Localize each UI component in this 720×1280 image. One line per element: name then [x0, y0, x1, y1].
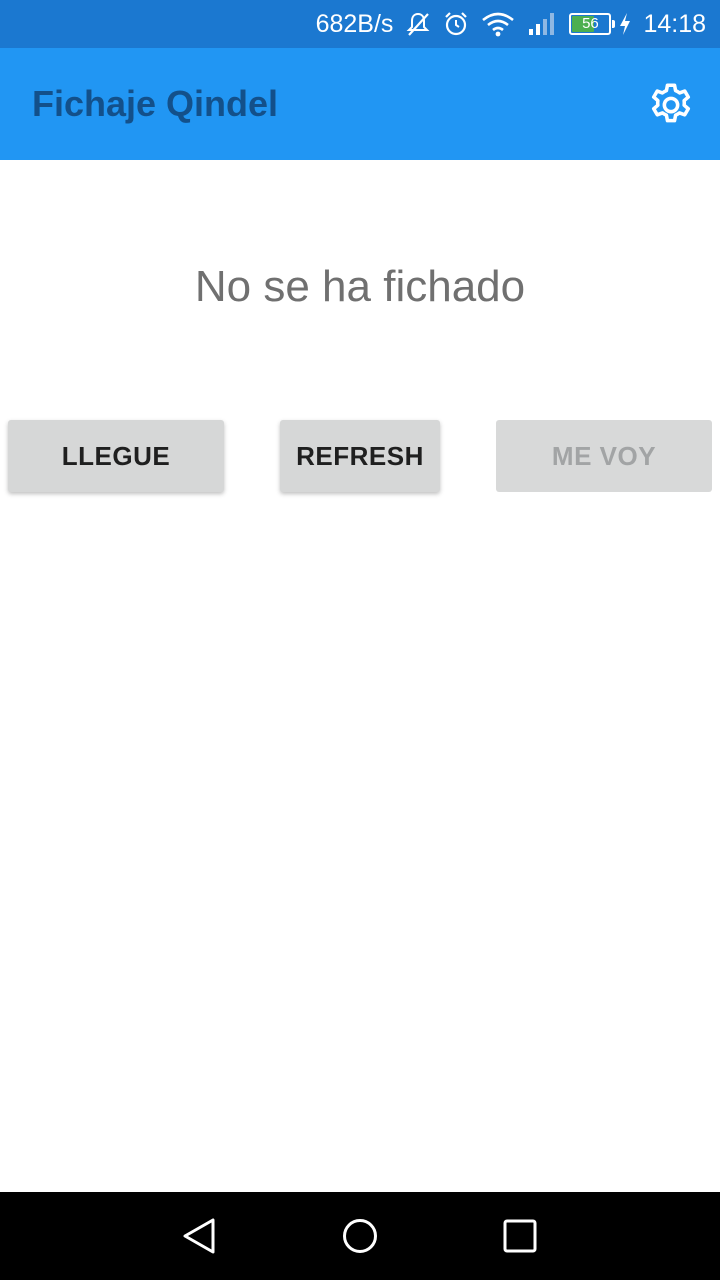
charging-icon: [619, 13, 631, 35]
app-bar: Fichaje Qindel: [0, 48, 720, 160]
home-icon: [343, 1219, 377, 1253]
wifi-icon: [481, 11, 515, 37]
navigation-bar: [0, 1192, 720, 1280]
mute-icon: [405, 11, 431, 37]
me-voy-button: ME VOY: [496, 420, 712, 492]
llegue-button[interactable]: LLEGUE: [8, 420, 224, 492]
home-button[interactable]: [340, 1216, 380, 1256]
battery-level: 56: [582, 15, 599, 32]
back-icon: [183, 1218, 215, 1254]
network-speed: 682B/s: [315, 9, 394, 38]
battery-icon: 56: [569, 13, 616, 35]
settings-button[interactable]: [646, 80, 696, 130]
back-button[interactable]: [180, 1216, 220, 1256]
alarm-icon: [443, 11, 469, 37]
signal-icon: [527, 11, 557, 37]
clock-in-status: No se ha fichado: [194, 262, 526, 311]
recent-apps-button[interactable]: [500, 1216, 540, 1256]
app-title: Fichaje Qindel: [32, 83, 279, 124]
recent-apps-icon: [503, 1219, 537, 1253]
status-bar: 682B/s 56 14:18: [0, 0, 720, 48]
clock: 14:18: [643, 9, 706, 38]
refresh-button[interactable]: REFRESH: [280, 420, 440, 492]
gear-icon: [651, 83, 691, 123]
